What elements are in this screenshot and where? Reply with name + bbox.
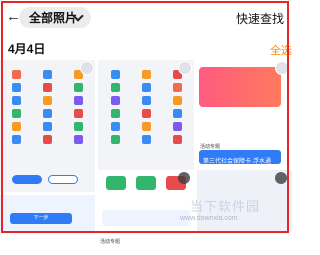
select-circle[interactable]: [275, 172, 287, 184]
tele-banner-text: 第三代社会保障卡·浮水通: [203, 159, 271, 165]
select-circle[interactable]: [178, 61, 192, 75]
select-circle[interactable]: [275, 61, 289, 75]
form-secondary-bar: [48, 175, 78, 184]
form-primary-bar: [12, 175, 42, 184]
photo-thumb-1[interactable]: [0, 60, 95, 192]
watermark-url: www.downxia.com: [180, 215, 238, 222]
select-circle[interactable]: [178, 172, 190, 184]
app-icon-grid: [98, 68, 194, 146]
pink-banner: [199, 67, 281, 107]
tele-banner: 第三代社会保障卡·浮水通: [199, 150, 281, 165]
top-bar: ← 全部照片 快速查找: [0, 0, 292, 34]
app-icon-grid: [0, 68, 95, 146]
gallery-picker: ← 全部照片 快速查找 4月4日 全选 活动专题 第三代社会保障卡·浮水通 下一…: [0, 0, 292, 255]
green-tile: [136, 176, 156, 190]
album-label: 全部照片: [29, 11, 78, 25]
quick-find-button[interactable]: 快速查找: [236, 10, 284, 27]
section-label: 活动专题: [200, 144, 221, 150]
date-header: 4月4日: [8, 42, 46, 56]
select-circle[interactable]: [80, 61, 94, 75]
select-all-button[interactable]: 全选: [270, 42, 292, 58]
section-label: 活动专题: [100, 239, 121, 245]
next-step-button[interactable]: 下一步: [10, 213, 72, 224]
green-tile: [106, 176, 126, 190]
album-dropdown[interactable]: 全部照片: [19, 7, 91, 28]
watermark-logo: 当下软件园: [190, 199, 261, 214]
list-row: [102, 210, 190, 226]
